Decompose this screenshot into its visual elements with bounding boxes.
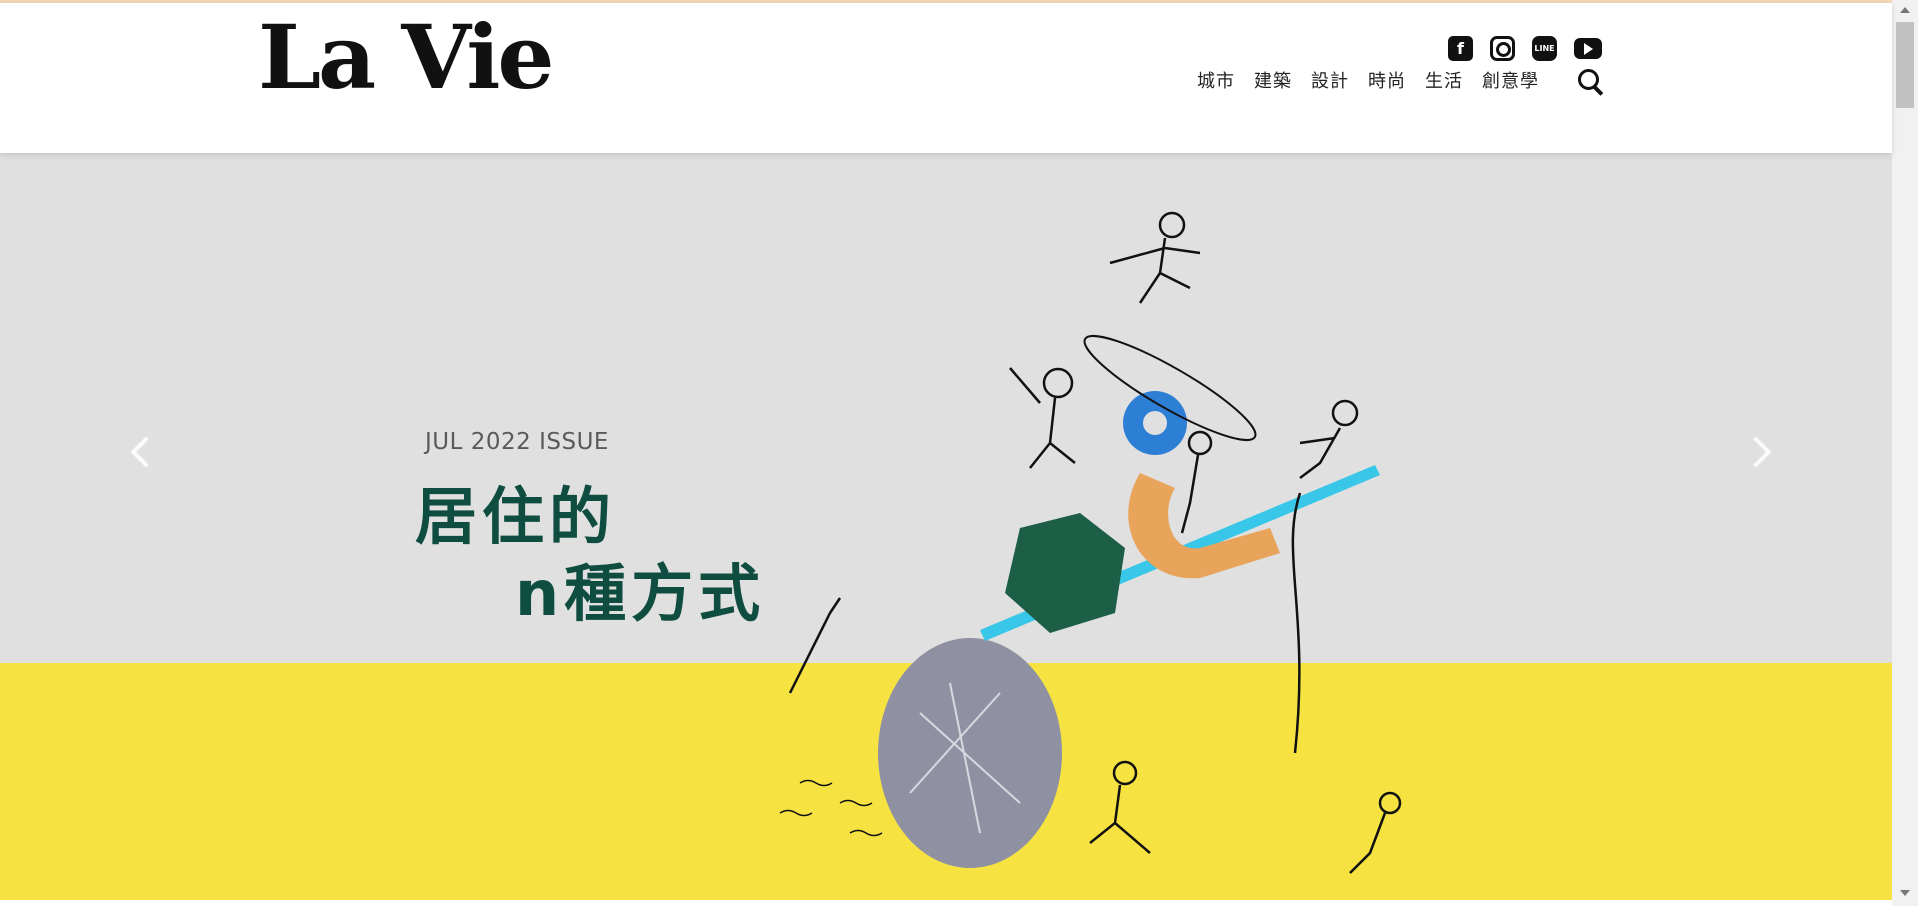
scroll-down-icon[interactable] (1900, 890, 1910, 896)
nav-item-city[interactable]: 城市 (1197, 67, 1235, 93)
search-icon[interactable] (1578, 69, 1599, 90)
scrollbar[interactable] (1892, 0, 1918, 906)
carousel-prev-button[interactable] (130, 436, 162, 468)
facebook-icon[interactable]: f (1448, 36, 1473, 61)
instagram-icon[interactable] (1490, 36, 1515, 61)
carousel-next-button[interactable] (1740, 436, 1772, 468)
nav-item-creative[interactable]: 創意學 (1482, 67, 1539, 93)
nav-item-life[interactable]: 生活 (1425, 67, 1463, 93)
hero-carousel: JUL 2022 ISSUE 居住的 n種方式 (0, 153, 1892, 900)
site-logo[interactable]: La Vie (258, 13, 554, 101)
line-icon[interactable]: LINE (1532, 36, 1557, 61)
nav-item-fashion[interactable]: 時尚 (1368, 67, 1406, 93)
youtube-icon[interactable] (1574, 38, 1602, 59)
nav-item-design[interactable]: 設計 (1311, 67, 1349, 93)
social-links: f LINE (1448, 36, 1602, 61)
site-header: La Vie f LINE 城市 建築 設計 時尚 生活 創意學 (0, 3, 1892, 153)
hero-illustration (779, 211, 1402, 874)
main-nav: 城市 建築 設計 時尚 生活 創意學 (1197, 67, 1539, 93)
nav-item-architecture[interactable]: 建築 (1254, 67, 1292, 93)
scrollbar-thumb[interactable] (1896, 22, 1914, 108)
scroll-up-icon[interactable] (1900, 7, 1910, 13)
boulder (878, 638, 1062, 868)
issue-label: JUL 2022 ISSUE (425, 429, 609, 455)
